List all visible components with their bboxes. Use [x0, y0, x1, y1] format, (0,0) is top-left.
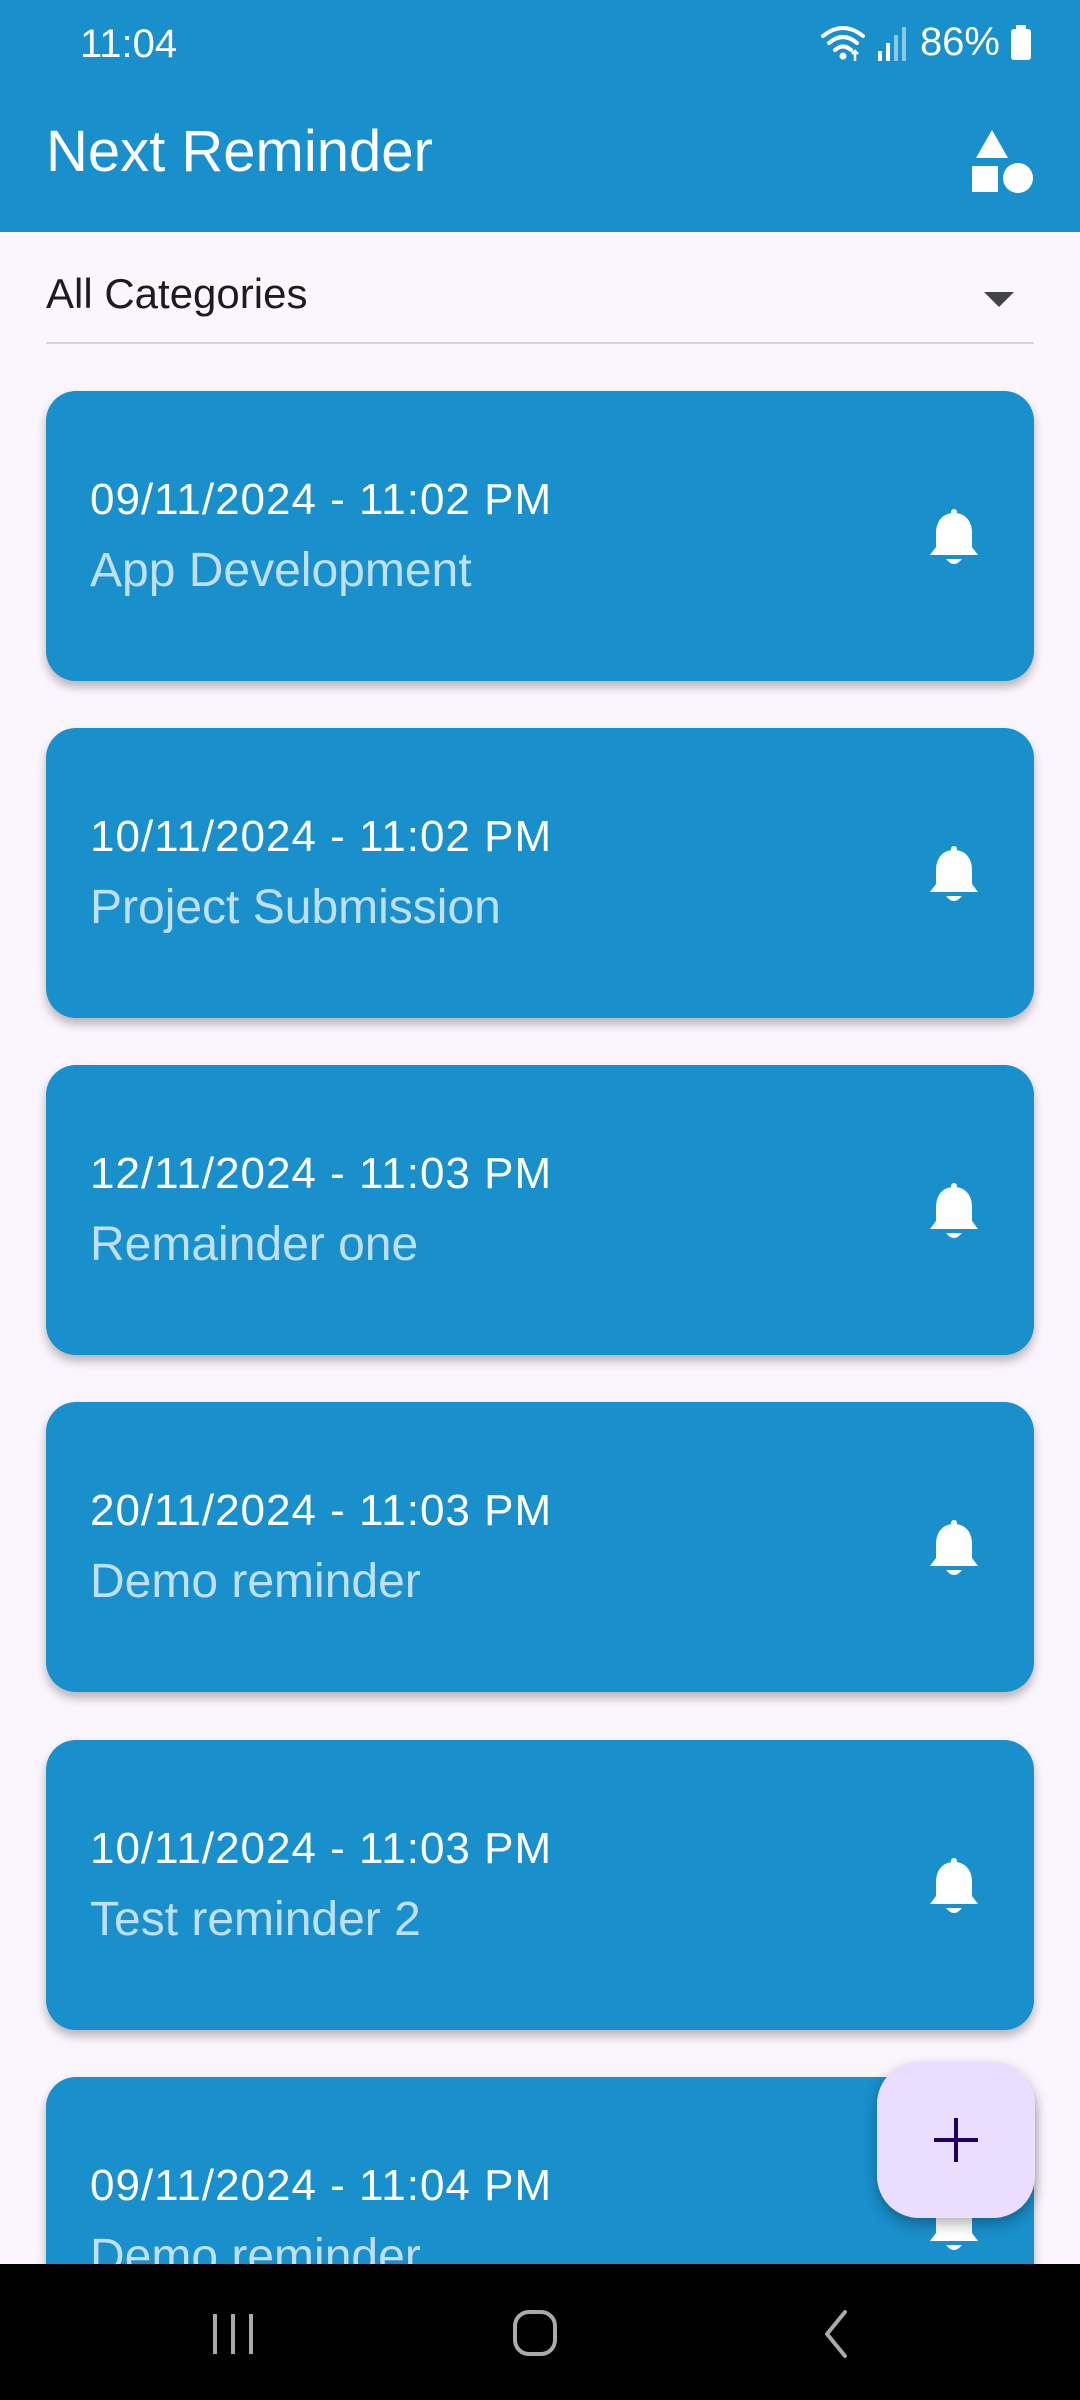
system-nav-bar: [0, 2264, 1080, 2400]
bell-icon[interactable]: [926, 509, 982, 569]
home-icon[interactable]: [495, 2304, 575, 2364]
reminder-datetime: 09/11/2024 - 11:02 PM: [90, 475, 553, 524]
recent-apps-icon[interactable]: [193, 2304, 273, 2364]
reminder-datetime: 10/11/2024 - 11:03 PM: [90, 1824, 553, 1873]
reminder-datetime: 12/11/2024 - 11:03 PM: [90, 1149, 553, 1198]
reminder-title: App Development: [90, 544, 472, 597]
reminder-title: Project Submission: [90, 881, 501, 934]
bell-icon[interactable]: [926, 1858, 982, 1918]
back-icon[interactable]: [797, 2304, 877, 2364]
bell-icon[interactable]: [926, 1520, 982, 1580]
reminder-card[interactable]: 10/11/2024 - 11:02 PM Project Submission: [46, 728, 1034, 1018]
reminder-datetime: 10/11/2024 - 11:02 PM: [90, 812, 553, 861]
bell-icon[interactable]: [926, 1183, 982, 1243]
reminder-list: All Categories 09/11/2024 - 11:02 PM App…: [0, 0, 1080, 2264]
reminder-card[interactable]: 10/11/2024 - 11:03 PM Test reminder 2: [46, 1740, 1034, 2030]
reminder-title: Test reminder 2: [90, 1893, 421, 1946]
reminder-title: Demo reminder: [90, 1555, 421, 1608]
add-reminder-button[interactable]: [877, 2062, 1035, 2218]
dropdown-arrow-icon: [984, 292, 1014, 307]
reminder-title: Remainder one: [90, 1218, 419, 1271]
reminder-card[interactable]: 12/11/2024 - 11:03 PM Remainder one: [46, 1065, 1034, 1355]
reminder-datetime: 20/11/2024 - 11:03 PM: [90, 1486, 553, 1535]
reminder-title: Demo reminder: [90, 2230, 421, 2264]
category-dropdown[interactable]: All Categories: [46, 262, 1034, 344]
plus-icon: [934, 2118, 978, 2162]
category-dropdown-value: All Categories: [46, 270, 308, 317]
reminder-datetime: 09/11/2024 - 11:04 PM: [90, 2161, 553, 2210]
reminder-card[interactable]: 09/11/2024 - 11:02 PM App Development: [46, 391, 1034, 681]
reminder-card[interactable]: 20/11/2024 - 11:03 PM Demo reminder: [46, 1402, 1034, 1692]
bell-icon[interactable]: [926, 846, 982, 906]
